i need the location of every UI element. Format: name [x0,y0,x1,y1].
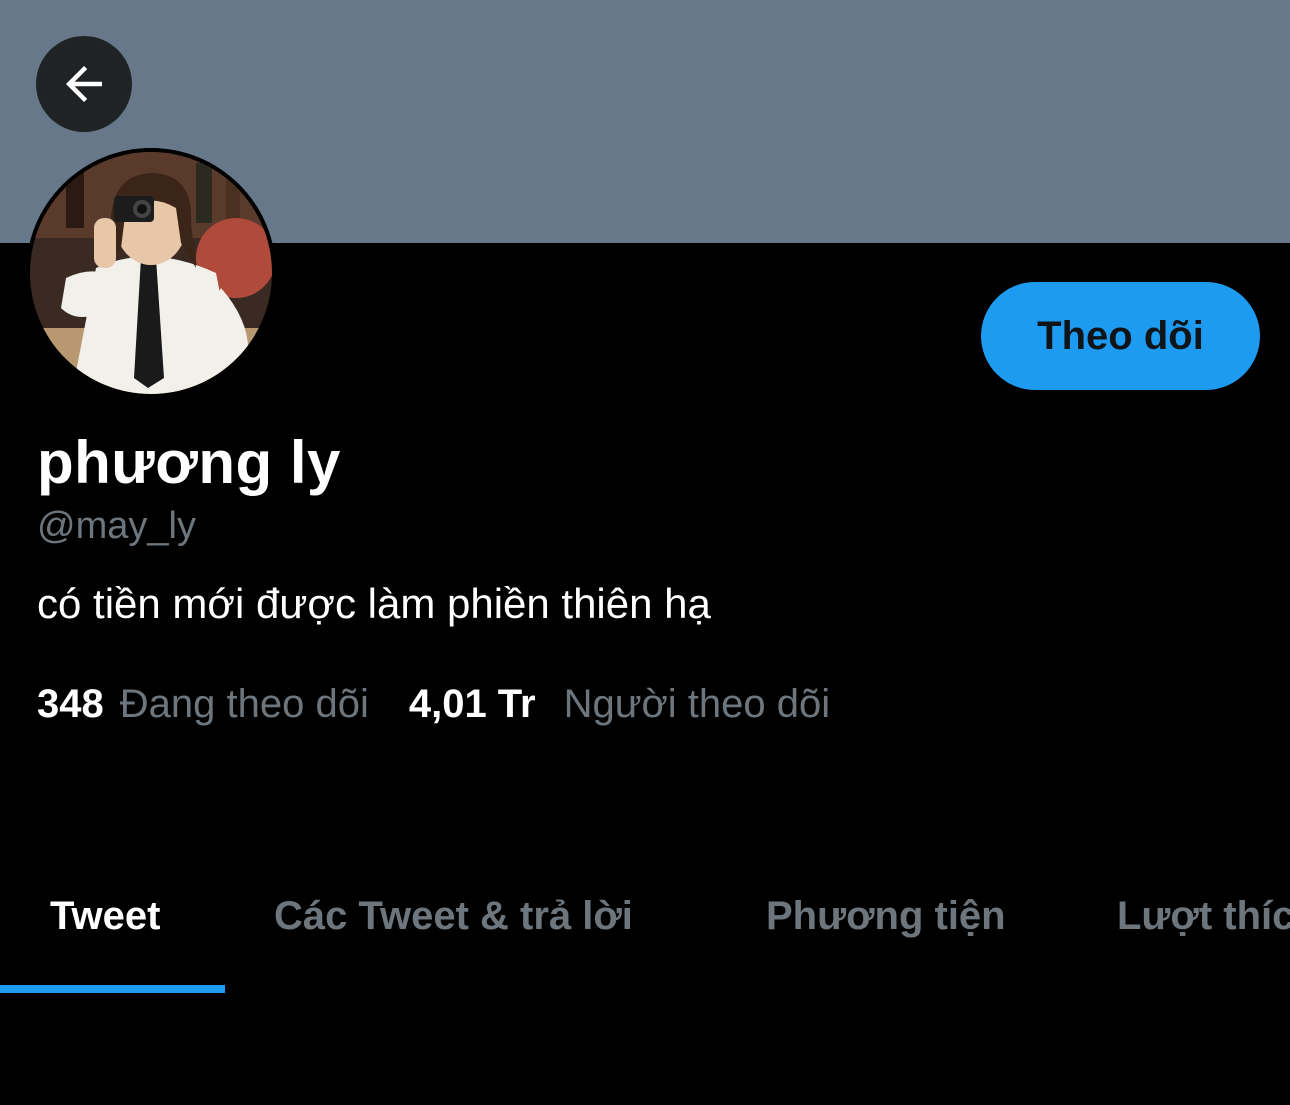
tab-media[interactable]: Phương tiện [766,860,1006,994]
display-name: phương ly [37,429,341,496]
avatar-photo [26,148,276,398]
active-tab-indicator [0,985,225,993]
following-count: 348 [37,682,104,726]
following-link[interactable]: 348 Đang theo dõi [37,682,369,727]
tab-tweets-and-replies[interactable]: Các Tweet & trả lời [274,860,633,994]
profile-bio: có tiền mới được làm phiền thiên hạ [37,580,711,627]
followers-link[interactable]: 4,01 Tr Người theo dõi [409,682,830,727]
following-label: Đang theo dõi [119,682,369,726]
avatar[interactable] [26,148,276,398]
tab-tweets[interactable]: Tweet [50,860,160,994]
back-button[interactable] [36,36,132,132]
profile-stats: 348 Đang theo dõi 4,01 Tr Người theo dõi [37,682,830,727]
tab-likes[interactable]: Lượt thích [1117,860,1290,994]
followers-count: 4,01 Tr [408,682,536,726]
followers-label: Người theo dõi [563,682,831,726]
user-handle: @may_ly [37,505,196,547]
profile-screen: Theo dõi phương ly @may_ly có tiền mới đ… [0,0,1290,1105]
profile-tabs: Tweet Các Tweet & trả lời Phương tiện Lư… [0,860,1290,994]
arrow-left-icon [66,66,102,102]
follow-button[interactable]: Theo dõi [981,282,1260,390]
